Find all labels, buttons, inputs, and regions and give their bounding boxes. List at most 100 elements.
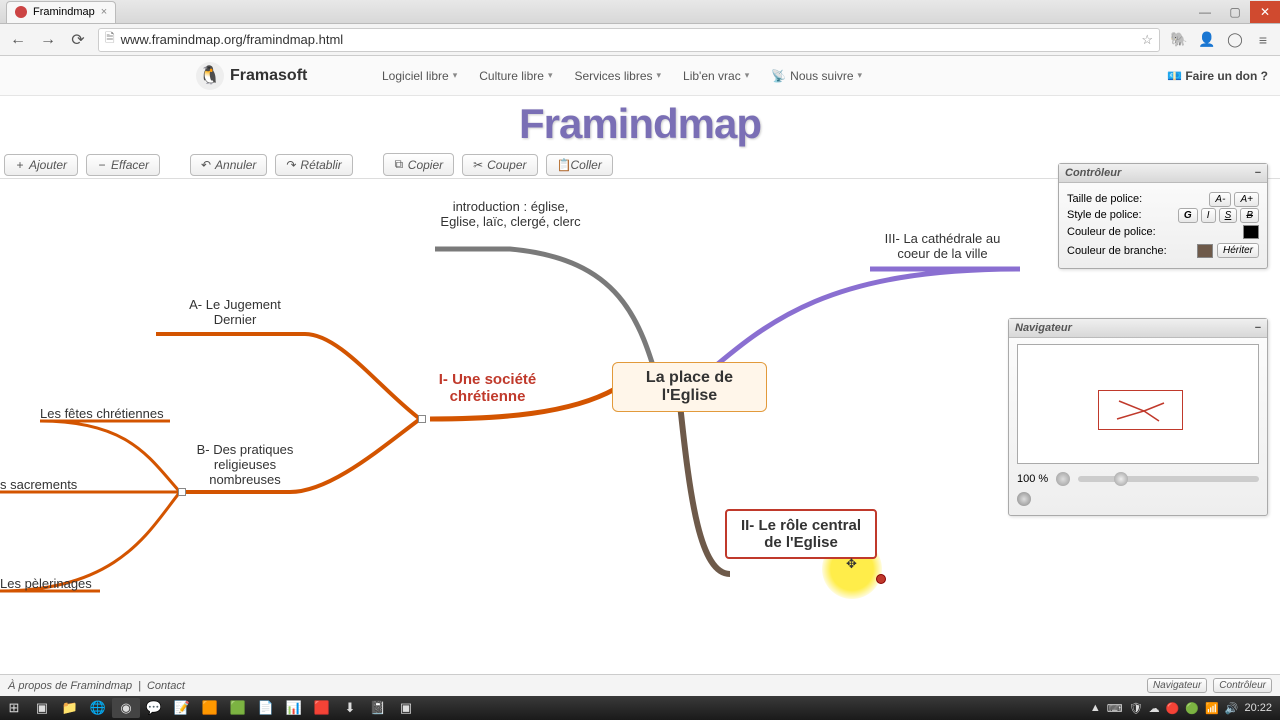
windows-taskbar[interactable]: ⊞ ▣ 📁 🌐 ◉ 💬 📝 🟧 🟩 📄 📊 🟥 ⬇ 📓 ▣ ▲ ⌨ 🛡 ☁ 🔴 … xyxy=(0,696,1280,720)
brand-name: Framasoft xyxy=(230,67,307,85)
menu-services[interactable]: Services libres▾ xyxy=(574,69,661,83)
font-color-swatch[interactable] xyxy=(1243,225,1259,239)
footer-controller-button[interactable]: Contrôleur xyxy=(1213,678,1272,693)
footer-navigator-button[interactable]: Navigateur xyxy=(1147,678,1207,693)
navigator-panel[interactable]: Navigateur − 100 % xyxy=(1008,318,1268,516)
node-root[interactable]: La place de l'Eglise xyxy=(612,362,767,412)
collapse-icon[interactable]: − xyxy=(1255,167,1261,179)
url-text: www.framindmap.org/framindmap.html xyxy=(121,32,344,47)
chrome-icon[interactable]: ◉ xyxy=(112,698,140,718)
clock[interactable]: 20:22 xyxy=(1244,702,1272,714)
terminal-icon[interactable]: ▣ xyxy=(392,698,420,718)
menu-culture[interactable]: Culture libre▾ xyxy=(479,69,552,83)
donate-link[interactable]: 💶 Faire un don ? xyxy=(1167,69,1268,83)
app-icon[interactable]: 📓 xyxy=(364,698,392,718)
brand[interactable]: 🐧 Framasoft xyxy=(196,62,307,90)
menu-suivre[interactable]: 📡Nous suivre▾ xyxy=(771,69,862,83)
strike-button[interactable]: B xyxy=(1240,208,1259,223)
redo-icon: ↷ xyxy=(286,158,296,172)
node-pelerinages[interactable]: Les pèlerinages xyxy=(0,576,100,591)
extension-evernote-icon[interactable]: 🐘 xyxy=(1170,31,1188,49)
rss-icon: 📡 xyxy=(771,69,786,83)
compass-icon[interactable] xyxy=(1017,492,1031,506)
zoom-slider-handle[interactable] xyxy=(1114,472,1128,486)
start-button[interactable]: ⊞ xyxy=(0,698,28,718)
minimap-viewport[interactable] xyxy=(1098,390,1183,430)
system-tray[interactable]: ▲ ⌨ 🛡 ☁ 🔴 🟢 📶 🔊 20:22 xyxy=(1090,702,1280,715)
italic-button[interactable]: I xyxy=(1201,208,1216,223)
node-toggle-handle[interactable] xyxy=(418,415,426,423)
node-i[interactable]: I- Une société chrétienne xyxy=(425,371,550,405)
paste-button[interactable]: 📋Coller xyxy=(546,154,613,176)
taskview-icon[interactable]: ▣ xyxy=(28,698,56,718)
app-icon[interactable]: ⬇ xyxy=(336,698,364,718)
app-icon[interactable]: 📝 xyxy=(168,698,196,718)
tray-icon[interactable]: 📶 xyxy=(1205,702,1219,715)
tab-close-icon[interactable]: × xyxy=(101,6,107,18)
node-ii-selected[interactable]: II- Le rôle central de l'Eglise xyxy=(725,509,877,559)
controller-header[interactable]: Contrôleur − xyxy=(1059,164,1267,183)
font-size-inc-button[interactable]: A+ xyxy=(1234,192,1259,207)
app-icon[interactable]: 📄 xyxy=(252,698,280,718)
extension-user-icon[interactable]: 👤 xyxy=(1198,31,1216,49)
copy-button[interactable]: ⧉Copier xyxy=(383,153,454,176)
volume-icon[interactable]: 🔊 xyxy=(1225,702,1239,715)
zoom-slider[interactable] xyxy=(1078,476,1259,482)
node-iii[interactable]: III- La cathédrale au coeur de la ville xyxy=(870,231,1015,261)
node-intro[interactable]: introduction : église, Eglise, laïc, cle… xyxy=(438,199,583,229)
chrome-menu-icon[interactable]: ≡ xyxy=(1254,31,1272,49)
menu-liben[interactable]: Lib'en vrac▾ xyxy=(683,69,749,83)
inherit-button[interactable]: Hériter xyxy=(1217,243,1259,258)
node-b[interactable]: B- Des pratiques religieuses nombreuses xyxy=(185,442,305,487)
tray-icon[interactable]: 🛡 xyxy=(1129,702,1143,715)
tray-icon[interactable]: ☁ xyxy=(1149,702,1160,715)
cut-button[interactable]: ✂Couper xyxy=(462,154,537,176)
branch-color-swatch[interactable] xyxy=(1197,244,1213,258)
app-icon[interactable]: 📊 xyxy=(280,698,308,718)
menu-logiciel[interactable]: Logiciel libre▾ xyxy=(382,69,457,83)
explorer-icon[interactable]: 📁 xyxy=(56,698,84,718)
tray-icon[interactable]: ▲ xyxy=(1090,702,1101,714)
redo-button[interactable]: ↷Rétablir xyxy=(275,154,352,176)
back-button[interactable]: ← xyxy=(8,30,28,50)
node-drag-handle[interactable] xyxy=(876,574,886,584)
tray-icon[interactable]: ⌨ xyxy=(1107,702,1123,715)
add-button[interactable]: +Ajouter xyxy=(4,154,78,176)
contact-link[interactable]: Contact xyxy=(147,680,185,692)
underline-button[interactable]: S xyxy=(1219,208,1238,223)
navigator-header[interactable]: Navigateur − xyxy=(1009,319,1267,338)
node-a[interactable]: A- Le Jugement Dernier xyxy=(170,297,300,327)
zoom-lock-icon[interactable] xyxy=(1056,472,1070,486)
tray-icon[interactable]: 🟢 xyxy=(1185,702,1199,715)
undo-button[interactable]: ↶Annuler xyxy=(190,154,267,176)
font-size-dec-button[interactable]: A- xyxy=(1209,192,1231,207)
address-bar[interactable]: 🗎 www.framindmap.org/framindmap.html ☆ xyxy=(98,28,1160,52)
window-maximize-button[interactable]: ▢ xyxy=(1220,1,1250,23)
framasoft-logo-icon: 🐧 xyxy=(196,62,224,90)
browser-tab[interactable]: Framindmap × xyxy=(6,1,116,23)
caret-icon: ▾ xyxy=(453,70,458,81)
app-icon[interactable]: 💬 xyxy=(140,698,168,718)
app-icon[interactable]: 🟩 xyxy=(224,698,252,718)
node-sacrements[interactable]: s sacrements xyxy=(0,477,90,492)
node-fetes[interactable]: Les fêtes chrétiennes xyxy=(40,406,180,421)
extension-circle-icon[interactable]: ◯ xyxy=(1226,31,1244,49)
app-icon[interactable]: 🌐 xyxy=(84,698,112,718)
app-icon[interactable]: 🟥 xyxy=(308,698,336,718)
forward-button[interactable]: → xyxy=(38,30,58,50)
reload-button[interactable]: ⟳ xyxy=(68,30,88,50)
controller-panel[interactable]: Contrôleur − Taille de police: A- A+ Sty… xyxy=(1058,163,1268,269)
about-link[interactable]: À propos de Framindmap xyxy=(8,680,132,692)
bookmark-star-icon[interactable]: ☆ xyxy=(1141,32,1153,48)
delete-button[interactable]: −Effacer xyxy=(86,154,160,176)
app-icon[interactable]: 🟧 xyxy=(196,698,224,718)
caret-icon: ▾ xyxy=(858,70,863,81)
bold-button[interactable]: G xyxy=(1178,208,1198,223)
copy-icon: ⧉ xyxy=(394,157,404,172)
node-toggle-handle[interactable] xyxy=(178,488,186,496)
minimap[interactable] xyxy=(1017,344,1259,464)
window-minimize-button[interactable]: — xyxy=(1190,1,1220,23)
window-close-button[interactable]: ✕ xyxy=(1250,1,1280,23)
collapse-icon[interactable]: − xyxy=(1255,322,1261,334)
tray-icon[interactable]: 🔴 xyxy=(1166,702,1180,715)
